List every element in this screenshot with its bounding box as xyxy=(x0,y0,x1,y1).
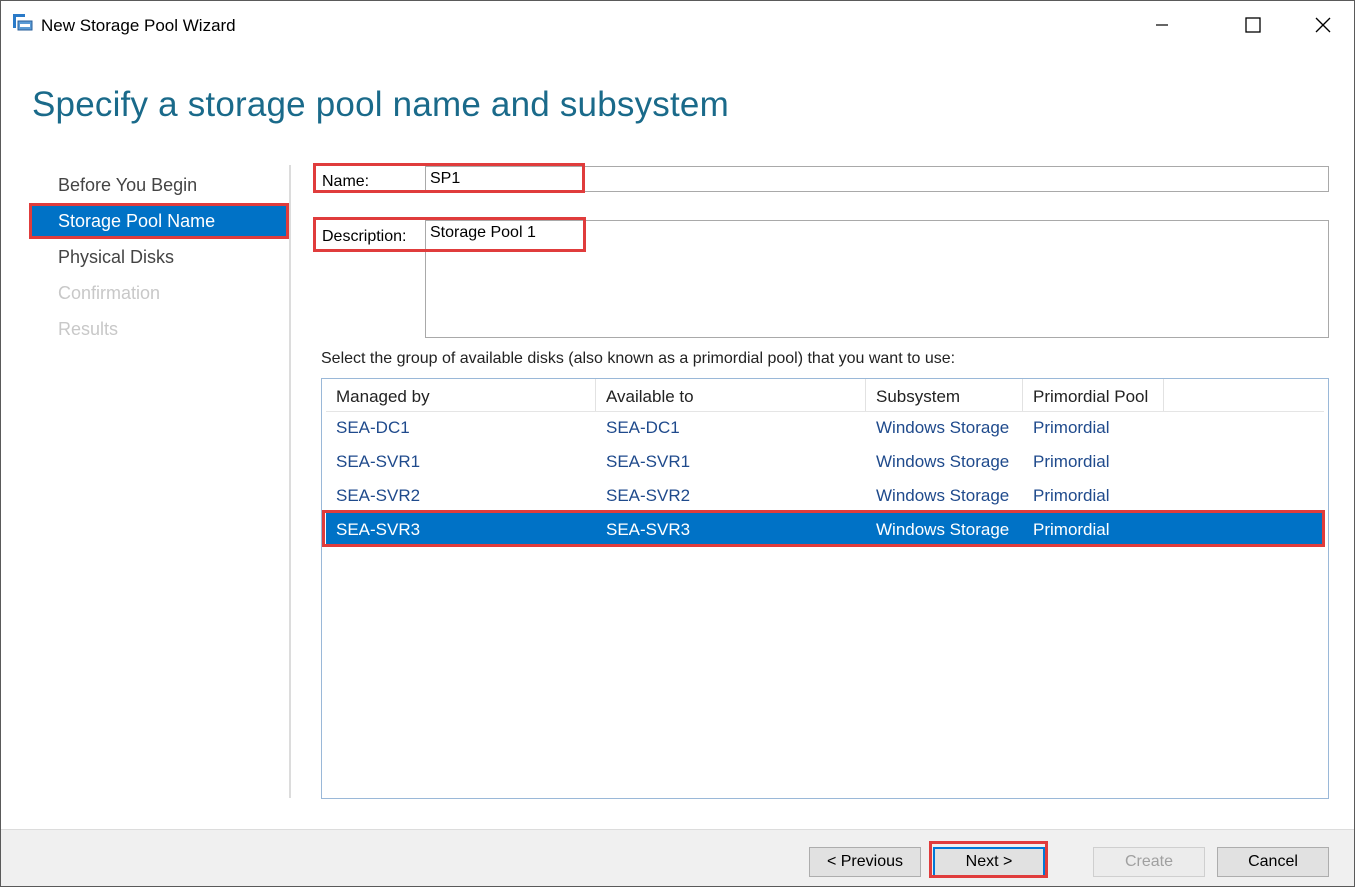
cancel-button[interactable]: Cancel xyxy=(1217,847,1329,877)
wizard-window: New Storage Pool Wizard Specify a storag… xyxy=(0,0,1355,887)
column-subsystem[interactable]: Subsystem xyxy=(866,379,1023,411)
table-header: Managed by Available to Subsystem Primor… xyxy=(326,379,1324,412)
cell-available-to: SEA-DC1 xyxy=(606,418,680,437)
maximize-button[interactable] xyxy=(1223,1,1283,49)
minimize-icon xyxy=(1156,24,1168,26)
nav-item-storage-pool-name[interactable]: Storage Pool Name xyxy=(29,203,289,239)
disk-group-instructions: Select the group of available disks (als… xyxy=(321,350,956,367)
cell-subsystem: Windows Storage xyxy=(876,486,1010,505)
cell-managed-by: SEA-DC1 xyxy=(336,418,410,437)
storage-pool-icon xyxy=(12,13,34,35)
description-input[interactable]: Storage Pool 1 xyxy=(430,224,536,241)
close-icon xyxy=(1315,17,1331,33)
cell-available-to: SEA-SVR1 xyxy=(606,452,691,471)
table-row[interactable]: SEA-SVR1 SEA-SVR1 Windows Storage Primor… xyxy=(326,445,1324,479)
name-field-box[interactable]: SP1 xyxy=(425,166,1329,192)
primordial-pool-table: Managed by Available to Subsystem Primor… xyxy=(321,378,1329,799)
column-managed-by[interactable]: Managed by xyxy=(326,379,596,411)
wizard-nav: Before You Begin Storage Pool Name Physi… xyxy=(29,167,289,347)
description-field-box[interactable]: Storage Pool 1 xyxy=(425,220,1329,338)
title-bar[interactable]: New Storage Pool Wizard xyxy=(1,1,1354,49)
name-label: Name: xyxy=(322,173,370,190)
name-input[interactable]: SP1 xyxy=(430,170,460,187)
cell-primordial-pool: Primordial xyxy=(1033,486,1110,505)
cell-subsystem: Windows Storage xyxy=(876,520,1010,539)
cell-subsystem: Windows Storage xyxy=(876,452,1010,471)
column-available-to[interactable]: Available to xyxy=(596,379,866,411)
table-row-selected[interactable]: SEA-SVR3 SEA-SVR3 Windows Storage Primor… xyxy=(326,513,1324,547)
nav-item-results: Results xyxy=(58,319,119,339)
cell-primordial-pool: Primordial xyxy=(1033,520,1110,539)
cell-primordial-pool: Primordial xyxy=(1033,418,1110,437)
window-title: New Storage Pool Wizard xyxy=(41,16,236,35)
nav-item-physical-disks[interactable]: Physical Disks xyxy=(29,239,289,275)
description-label: Description: xyxy=(322,228,407,245)
nav-item-before-you-begin[interactable]: Before You Begin xyxy=(29,167,289,203)
wizard-footer: < Previous Next > Create Cancel xyxy=(1,829,1354,886)
cell-managed-by: SEA-SVR2 xyxy=(336,486,421,505)
nav-item-confirmation: Confirmation xyxy=(58,283,161,303)
cell-managed-by: SEA-SVR1 xyxy=(336,452,421,471)
column-primordial-pool[interactable]: Primordial Pool xyxy=(1023,379,1164,411)
maximize-icon xyxy=(1245,17,1261,33)
nav-divider xyxy=(289,165,291,798)
create-button: Create xyxy=(1093,847,1205,877)
close-button[interactable] xyxy=(1293,1,1353,49)
previous-button[interactable]: < Previous xyxy=(809,847,921,877)
table-row[interactable]: SEA-SVR2 SEA-SVR2 Windows Storage Primor… xyxy=(326,479,1324,513)
table-body: SEA-DC1 SEA-DC1 Windows Storage Primordi… xyxy=(326,411,1324,547)
cell-available-to: SEA-SVR3 xyxy=(606,520,691,539)
cell-subsystem: Windows Storage xyxy=(876,418,1010,437)
cell-primordial-pool: Primordial xyxy=(1033,452,1110,471)
next-button[interactable]: Next > xyxy=(933,847,1045,877)
table-row[interactable]: SEA-DC1 SEA-DC1 Windows Storage Primordi… xyxy=(326,411,1324,445)
cell-available-to: SEA-SVR2 xyxy=(606,486,691,505)
page-title: Specify a storage pool name and subsyste… xyxy=(32,85,729,124)
minimize-button[interactable] xyxy=(1132,1,1192,49)
cell-managed-by: SEA-SVR3 xyxy=(336,520,421,539)
